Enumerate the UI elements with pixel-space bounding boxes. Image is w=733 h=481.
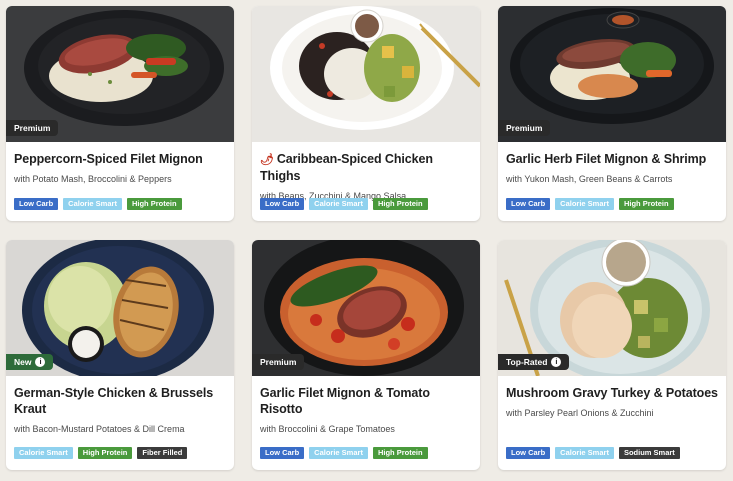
- low-carb-badge: Low Carb: [506, 447, 551, 459]
- info-icon[interactable]: i: [35, 357, 46, 367]
- meal-subtitle: with Parsley Pearl Onions & Zucchini: [506, 408, 654, 418]
- low-carb-badge: Low Carb: [260, 447, 305, 459]
- fiber-filled-badge: Fiber Filled: [137, 447, 188, 459]
- tag-label: Top-Rated: [506, 357, 548, 367]
- nutrition-badges: Low Carb Calorie Smart High Protein: [506, 198, 674, 210]
- meal-title[interactable]: German-Style Chicken & Brussels Kraut: [14, 385, 226, 417]
- meal-card-mushroom-turkey[interactable]: Top-Rated i Mushroom Gravy Turkey & Pota…: [498, 240, 726, 470]
- meal-title[interactable]: Mushroom Gravy Turkey & Potatoes: [506, 385, 718, 401]
- meal-card-caribbean-chicken[interactable]: 🌶︎ Caribbean-Spiced Chicken Thighs with B…: [252, 6, 480, 221]
- meal-subtitle: with Yukon Mash, Green Beans & Carrots: [506, 174, 673, 184]
- meal-subtitle: with Potato Mash, Broccolini & Peppers: [14, 174, 172, 184]
- tag-label: New: [14, 357, 32, 367]
- high-protein-badge: High Protein: [126, 198, 182, 210]
- meal-title[interactable]: Garlic Filet Mignon & Tomato Risotto: [260, 385, 472, 417]
- calorie-smart-badge: Calorie Smart: [14, 447, 73, 459]
- new-tag[interactable]: New i: [6, 354, 54, 370]
- nutrition-badges: Low Carb Calorie Smart High Protein: [260, 198, 428, 210]
- meal-photo[interactable]: Top-Rated i: [498, 240, 726, 376]
- meal-grid: Premium Peppercorn-Spiced Filet Mignon w…: [0, 0, 733, 481]
- high-protein-badge: High Protein: [372, 198, 428, 210]
- premium-tag: Premium: [498, 120, 551, 136]
- premium-tag: Premium: [6, 120, 59, 136]
- meal-photo[interactable]: Premium: [252, 240, 480, 376]
- meal-title[interactable]: Garlic Herb Filet Mignon & Shrimp: [506, 151, 718, 167]
- meal-photo[interactable]: [252, 6, 480, 142]
- top-rated-tag[interactable]: Top-Rated i: [498, 354, 570, 370]
- tag-label: Premium: [14, 123, 51, 133]
- tag-label: Premium: [260, 357, 297, 367]
- meal-card-garlic-herb-filet-shrimp[interactable]: Premium Garlic Herb Filet Mignon & Shrim…: [498, 6, 726, 221]
- calorie-smart-badge: Calorie Smart: [309, 198, 368, 210]
- nutrition-badges: Low Carb Calorie Smart High Protein: [260, 447, 428, 459]
- nutrition-badges: Low Carb Calorie Smart High Protein: [14, 198, 182, 210]
- meal-subtitle: with Bacon-Mustard Potatoes & Dill Crema: [14, 424, 185, 434]
- meal-photo[interactable]: Premium: [6, 6, 234, 142]
- chili-pepper-icon: 🌶︎: [260, 154, 274, 166]
- sodium-smart-badge: Sodium Smart: [618, 447, 680, 459]
- meal-photo[interactable]: Premium: [498, 6, 726, 142]
- tag-label: Premium: [506, 123, 543, 133]
- premium-tag: Premium: [252, 354, 305, 370]
- nutrition-badges: Low Carb Calorie Smart Sodium Smart: [506, 447, 680, 459]
- low-carb-badge: Low Carb: [260, 198, 305, 210]
- low-carb-badge: Low Carb: [506, 198, 551, 210]
- low-carb-badge: Low Carb: [14, 198, 59, 210]
- calorie-smart-badge: Calorie Smart: [309, 447, 368, 459]
- info-icon[interactable]: i: [551, 357, 562, 367]
- high-protein-badge: High Protein: [372, 447, 428, 459]
- calorie-smart-badge: Calorie Smart: [555, 447, 614, 459]
- nutrition-badges: Calorie Smart High Protein Fiber Filled: [14, 447, 188, 459]
- meal-title[interactable]: 🌶︎ Caribbean-Spiced Chicken Thighs: [260, 151, 472, 184]
- calorie-smart-badge: Calorie Smart: [555, 198, 614, 210]
- high-protein-badge: High Protein: [618, 198, 674, 210]
- meal-card-german-chicken[interactable]: New i German-Style Chicken & Brussels Kr…: [6, 240, 234, 470]
- meal-title-text: Caribbean-Spiced Chicken Thighs: [260, 152, 433, 183]
- meal-subtitle: with Broccolini & Grape Tomatoes: [260, 424, 395, 434]
- meal-card-peppercorn-filet[interactable]: Premium Peppercorn-Spiced Filet Mignon w…: [6, 6, 234, 221]
- meal-title[interactable]: Peppercorn-Spiced Filet Mignon: [14, 151, 226, 167]
- meal-card-garlic-filet-risotto[interactable]: Premium Garlic Filet Mignon & Tomato Ris…: [252, 240, 480, 470]
- meal-photo[interactable]: New i: [6, 240, 234, 376]
- high-protein-badge: High Protein: [77, 447, 133, 459]
- calorie-smart-badge: Calorie Smart: [63, 198, 122, 210]
